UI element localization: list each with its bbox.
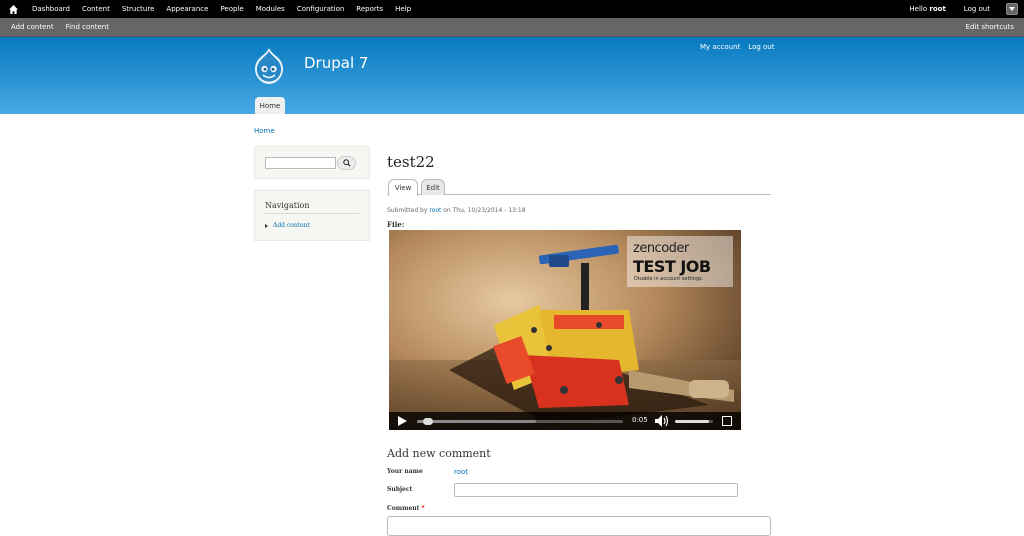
comment-form-title: Add new comment bbox=[387, 447, 491, 460]
buffered-bar bbox=[417, 420, 537, 423]
toolbar-help-link[interactable]: Help bbox=[395, 5, 411, 13]
watermark-brand: zencoder bbox=[633, 241, 689, 256]
submitted-prefix: Submitted by bbox=[387, 207, 430, 214]
toolbar-content-link[interactable]: Content bbox=[82, 5, 110, 13]
main-menu-home-tab[interactable]: Home bbox=[255, 97, 285, 114]
secondary-menu: My account Log out bbox=[700, 43, 783, 51]
navigation-title: Navigation bbox=[265, 201, 310, 210]
toolbar-user: Hello root Log out bbox=[909, 3, 1024, 15]
comment-label: Comment * bbox=[387, 505, 425, 512]
shortcut-add-content[interactable]: Add content bbox=[11, 23, 54, 31]
tab-view[interactable]: View bbox=[388, 179, 418, 196]
required-mark: * bbox=[421, 505, 425, 512]
node-tabs: View Edit bbox=[387, 179, 771, 196]
fullscreen-icon[interactable] bbox=[722, 416, 732, 426]
toolbar-modules-link[interactable]: Modules bbox=[256, 5, 285, 13]
toolbar-menu: Dashboard Content Structure Appearance P… bbox=[0, 0, 1024, 18]
toolbar-structure-link[interactable]: Structure bbox=[122, 5, 155, 13]
subject-input[interactable] bbox=[454, 483, 738, 497]
toolbar-reports-link[interactable]: Reports bbox=[356, 5, 383, 13]
edit-shortcuts-link[interactable]: Edit shortcuts bbox=[966, 23, 1014, 31]
navigation-block: Navigation Add content bbox=[254, 190, 370, 241]
my-account-link[interactable]: My account bbox=[700, 43, 740, 51]
play-icon[interactable] bbox=[398, 416, 407, 426]
tab-edit[interactable]: Edit bbox=[421, 179, 445, 195]
comment-label-text: Comment bbox=[387, 505, 420, 512]
toolbar-dashboard-link[interactable]: Dashboard bbox=[32, 5, 70, 13]
toggle-shortcuts-button[interactable] bbox=[1006, 3, 1018, 15]
site-header: Drupal 7 My account Log out Home bbox=[0, 37, 1024, 114]
search-block bbox=[254, 146, 370, 179]
progress-knob[interactable] bbox=[423, 418, 434, 425]
nav-item-add-content[interactable]: Add content bbox=[265, 222, 310, 229]
watermark-note: Disable in account settings. bbox=[634, 276, 704, 282]
subject-label: Subject bbox=[387, 486, 413, 493]
page-title: test22 bbox=[387, 153, 435, 171]
toolbar-people-link[interactable]: People bbox=[220, 5, 243, 13]
shortcut-find-content[interactable]: Find content bbox=[66, 23, 109, 31]
header-logout-link[interactable]: Log out bbox=[748, 43, 774, 51]
site-name[interactable]: Drupal 7 bbox=[304, 54, 368, 72]
submitted-date: on Thu, 10/23/2014 - 13:18 bbox=[441, 207, 526, 214]
nav-item-label[interactable]: Add content bbox=[273, 222, 310, 229]
breadcrumb[interactable]: Home bbox=[254, 127, 275, 135]
chevron-down-icon bbox=[1009, 7, 1015, 11]
your-name-label: Your name bbox=[387, 468, 423, 475]
drupal-logo[interactable] bbox=[253, 47, 285, 85]
progress-bar[interactable] bbox=[417, 418, 623, 425]
home-icon[interactable] bbox=[6, 2, 20, 16]
video-player[interactable]: zencoder TEST JOB Disable in account set… bbox=[389, 230, 741, 430]
submitted-info: Submitted by root on Thu, 10/23/2014 - 1… bbox=[387, 207, 526, 214]
watermark-title: TEST JOB bbox=[633, 257, 711, 276]
hello-user: Hello root bbox=[909, 5, 945, 13]
zencoder-watermark: zencoder TEST JOB Disable in account set… bbox=[627, 236, 733, 287]
shortcuts-bar: Add content Find content Edit shortcuts bbox=[0, 18, 1024, 37]
comment-textarea[interactable] bbox=[387, 516, 771, 536]
your-name-value[interactable]: root bbox=[454, 468, 468, 476]
toolbar-logout-link[interactable]: Log out bbox=[964, 5, 990, 13]
bullet-triangle-icon bbox=[265, 223, 268, 228]
admin-toolbar: Dashboard Content Structure Appearance P… bbox=[0, 0, 1024, 37]
video-controls: 0:05 bbox=[389, 412, 741, 430]
volume-fill bbox=[675, 420, 710, 423]
search-button[interactable] bbox=[337, 156, 356, 170]
volume-slider[interactable] bbox=[675, 420, 713, 423]
submitted-user-link[interactable]: root bbox=[429, 207, 441, 214]
search-icon bbox=[342, 159, 351, 167]
time-display: 0:05 bbox=[632, 416, 648, 424]
file-label: File: bbox=[387, 220, 405, 229]
toolbar-configuration-link[interactable]: Configuration bbox=[297, 5, 344, 13]
navigation-divider bbox=[265, 213, 359, 214]
hello-username[interactable]: root bbox=[929, 5, 945, 13]
search-input[interactable] bbox=[265, 157, 336, 169]
volume-icon[interactable] bbox=[655, 415, 669, 427]
hello-prefix: Hello bbox=[909, 5, 930, 13]
toolbar-appearance-link[interactable]: Appearance bbox=[166, 5, 208, 13]
